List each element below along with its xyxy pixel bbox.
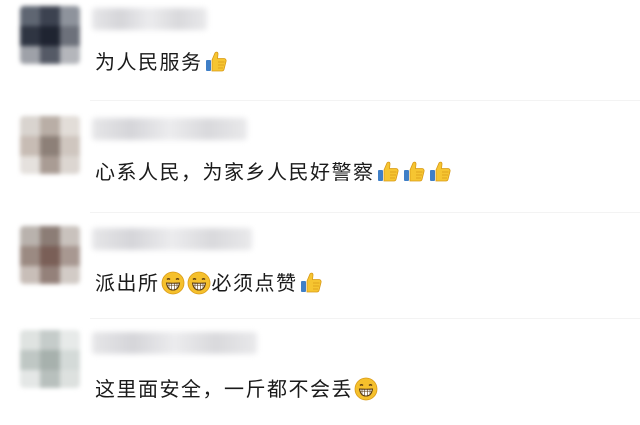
comment-text-part: 派出所 (95, 271, 160, 295)
avatar[interactable] (20, 116, 80, 174)
comment-feed: 为人民服务 心系人民，为家乡人民好警察 派出所 必须点赞 这里面安全，一斤都不会… (0, 0, 640, 425)
thumbs-up-icon (205, 51, 227, 72)
thumbs-up-icon (403, 161, 425, 182)
comment-text-part: 必须点赞 (211, 271, 298, 295)
avatar[interactable] (20, 6, 80, 64)
avatar[interactable] (20, 226, 80, 284)
grinning-face-icon (161, 271, 184, 295)
divider (90, 212, 640, 213)
comment-text: 这里面安全，一斤都不会丢 (95, 376, 379, 402)
thumbs-up-icon (300, 272, 322, 293)
comment-text-part: 心系人民，为家乡人民好警察 (95, 160, 375, 184)
comment-text: 派出所 必须点赞 (95, 270, 324, 296)
divider (90, 318, 640, 319)
grinning-face-icon (354, 377, 378, 401)
username-blurred[interactable] (92, 118, 247, 140)
comment-text-part: 为人民服务 (95, 50, 203, 74)
thumbs-up-icon (377, 161, 399, 182)
comment-text: 心系人民，为家乡人民好警察 (95, 159, 453, 185)
divider (90, 100, 640, 101)
username-blurred[interactable] (92, 228, 252, 250)
comment-text: 为人民服务 (95, 49, 229, 75)
avatar[interactable] (20, 330, 80, 388)
username-blurred[interactable] (92, 8, 207, 30)
grinning-face-icon (187, 271, 210, 295)
comment-text-part: 这里面安全，一斤都不会丢 (95, 377, 353, 401)
thumbs-up-icon (429, 161, 451, 182)
username-blurred[interactable] (92, 332, 257, 354)
